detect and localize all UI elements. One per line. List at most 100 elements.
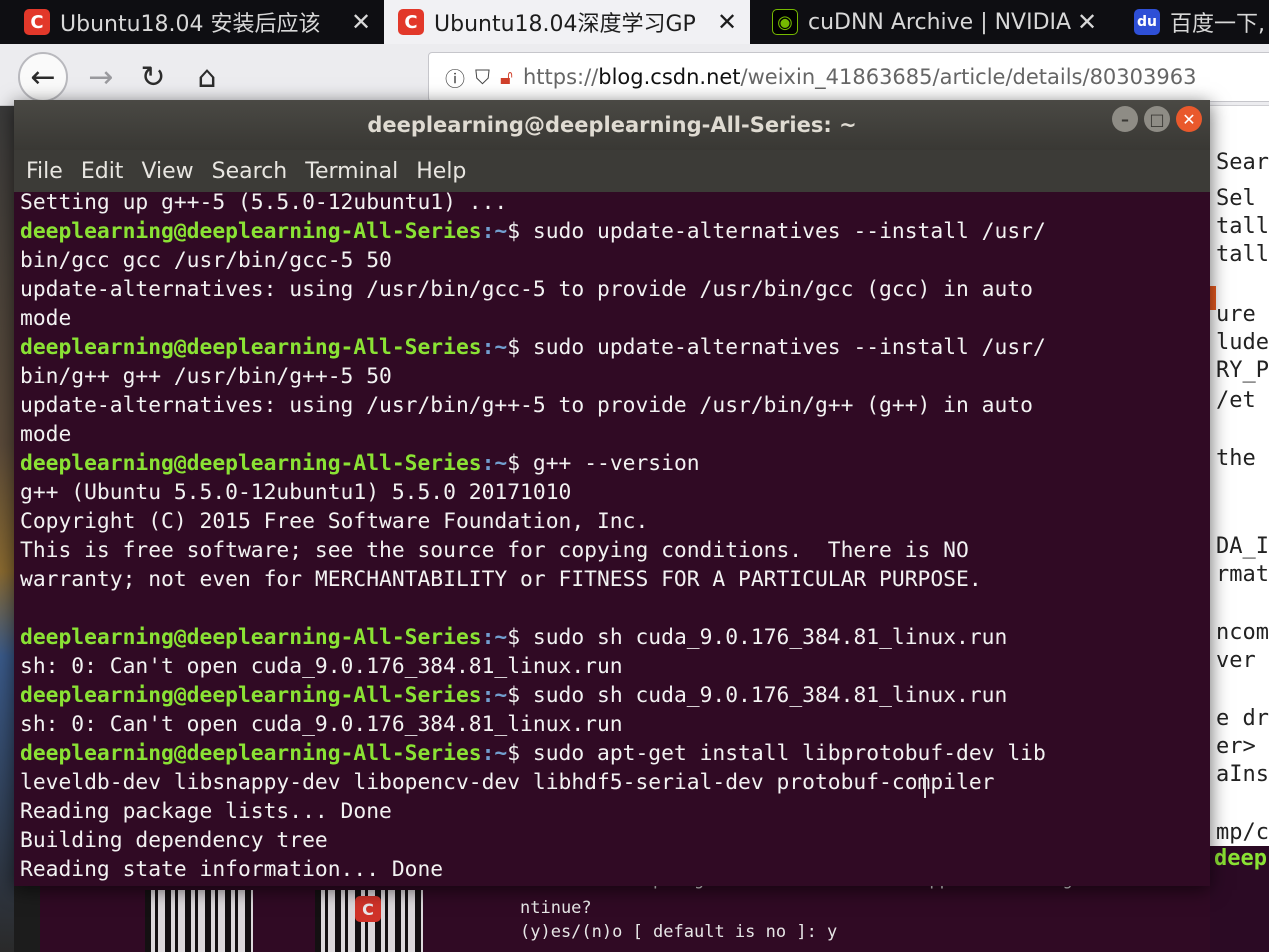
background-page-text: /et <box>1216 388 1256 413</box>
terminal-prompt-line: deeplearning@deeplearning-All-Series:~$ … <box>20 333 1206 362</box>
terminal-prompt-line: deeplearning@deeplearning-All-Series:~$ … <box>20 681 1206 710</box>
close-tab-icon[interactable]: ✕ <box>1072 8 1102 36</box>
background-terminal-pane: deep <box>1210 846 1269 952</box>
prompt-user: deeplearning@deeplearning-All-Series <box>20 335 482 360</box>
tab-ubuntu-install[interactable]: C Ubuntu18.04 安装后应该 ✕ <box>0 0 384 44</box>
output-text: warranty; not even for MERCHANTABILITY o… <box>20 567 982 592</box>
minimize-icon[interactable]: – <box>1112 106 1138 132</box>
terminal-output-line: sh: 0: Can't open cuda_9.0.176_384.81_li… <box>20 652 1206 681</box>
tab-cudnn-archive[interactable]: ◉ cuDNN Archive | NVIDIA ✕ <box>750 0 1110 44</box>
info-icon[interactable]: ⓘ <box>445 63 465 92</box>
terminal-output-line: Building dependency tree <box>20 826 1206 855</box>
prompt-suffix: $ <box>507 683 533 708</box>
mouse-ibeam-cursor <box>924 774 926 798</box>
url-bar[interactable]: ⓘ ⛉ 🔓︎ https://blog.csdn.net/weixin_4186… <box>428 52 1269 102</box>
background-page-text: DA_I <box>1216 534 1269 559</box>
desktop-dock-edge <box>0 106 14 952</box>
background-page-text: e dr <box>1216 706 1269 731</box>
terminal-output-line: update-alternatives: using /usr/bin/gcc-… <box>20 275 1206 304</box>
background-page-text: ncom <box>1216 620 1269 645</box>
terminal-output-line: This is free software; see the source fo… <box>20 536 1206 565</box>
prompt-suffix: $ <box>507 741 533 766</box>
browser-toolbar: ← → ↻ ⌂ ⓘ ⛉ 🔓︎ https://blog.csdn.net/wei… <box>0 44 1269 106</box>
url-path: /weixin_41863685/article/details/8030396… <box>740 65 1197 89</box>
terminal-titlebar[interactable]: deeplearning@deeplearning-All-Series: ~ … <box>14 100 1210 150</box>
output-text: This is free software; see the source fo… <box>20 538 969 563</box>
terminal-prompt-line: deeplearning@deeplearning-All-Series:~$ … <box>20 449 1206 478</box>
terminal-menubar: File Edit View Search Terminal Help <box>14 150 1210 192</box>
background-page-text: RY_P <box>1216 358 1269 383</box>
background-terminal-line: (y)es/(n)o [ default is no ]: y <box>520 922 838 942</box>
background-page-text: tall <box>1216 242 1269 267</box>
menu-edit[interactable]: Edit <box>81 159 124 184</box>
prompt-path: :~ <box>481 335 508 360</box>
menu-view[interactable]: View <box>141 159 193 184</box>
prompt-suffix: $ <box>507 335 533 360</box>
menu-help[interactable]: Help <box>416 159 466 184</box>
close-tab-icon[interactable]: ✕ <box>712 8 742 36</box>
prompt-user: deeplearning@deeplearning-All-Series <box>20 451 482 476</box>
prompt-path: :~ <box>481 625 508 650</box>
tab-title: 百度一下, <box>1170 12 1265 37</box>
close-tab-icon[interactable]: ✕ <box>346 8 376 36</box>
shield-icon[interactable]: ⛉ <box>475 65 490 89</box>
prompt-user: deeplearning@deeplearning-All-Series <box>20 683 482 708</box>
terminal-output-line: mode <box>20 304 1206 333</box>
command-text: sudo sh cuda_9.0.176_384.81_linux.run <box>532 683 1008 708</box>
prompt-path: :~ <box>481 683 508 708</box>
command-text: sudo update-alternatives --install /usr/ <box>532 219 1046 244</box>
menu-terminal[interactable]: Terminal <box>305 159 398 184</box>
prompt-path: :~ <box>481 451 508 476</box>
background-page-text: tall <box>1216 214 1269 239</box>
tab-ubuntu-deeplearning[interactable]: C Ubuntu18.04深度学习GP ✕ <box>384 0 750 44</box>
close-window-icon[interactable]: ✕ <box>1176 106 1202 132</box>
terminal-prompt-line: deeplearning@deeplearning-All-Series:~$ … <box>20 739 1206 768</box>
terminal-output-line: Reading state information... Done <box>20 855 1206 884</box>
qr-code-image: C <box>315 890 423 952</box>
background-page-text: Sel <box>1216 186 1256 211</box>
output-text: g++ (Ubuntu 5.5.0-12ubuntu1) 5.5.0 20171… <box>20 480 572 505</box>
prompt-suffix: $ <box>507 451 533 476</box>
terminal-window[interactable]: deeplearning@deeplearning-All-Series: ~ … <box>14 100 1210 886</box>
csdn-logo-icon: C <box>355 896 381 922</box>
terminal-output[interactable]: Setting up g++-5 (5.5.0-12ubuntu1) ... de… <box>20 188 1206 884</box>
back-arrow-icon[interactable]: ← <box>18 52 68 102</box>
csdn-logo-icon: C <box>24 9 50 35</box>
maximize-icon[interactable]: □ <box>1144 106 1170 132</box>
background-page-text: lude <box>1216 330 1269 355</box>
output-text: Copyright (C) 2015 Free Software Foundat… <box>20 509 649 534</box>
output-text: leveldb-dev libsnappy-dev libopencv-dev … <box>20 770 995 795</box>
menu-file[interactable]: File <box>26 159 63 184</box>
output-text: update-alternatives: using /usr/bin/g++-… <box>20 393 1033 418</box>
command-text: sudo sh cuda_9.0.176_384.81_linux.run <box>532 625 1008 650</box>
lock-icon[interactable]: 🔓︎ <box>500 65 513 89</box>
baidu-paw-icon: du <box>1134 9 1160 35</box>
output-text: sh: 0: Can't open cuda_9.0.176_384.81_li… <box>20 712 623 737</box>
output-text: Building dependency tree <box>20 828 328 853</box>
background-page-text: ure <box>1216 302 1256 327</box>
tab-baidu[interactable]: du 百度一下, <box>1110 0 1269 44</box>
prompt-suffix: $ <box>507 219 533 244</box>
background-terminal-line: ntinue? <box>520 898 592 918</box>
output-text: Reading package lists... Done <box>20 799 392 824</box>
forward-arrow-icon[interactable]: → <box>76 52 126 102</box>
output-text: bin/gcc gcc /usr/bin/gcc-5 50 <box>20 248 392 273</box>
output-text: sh: 0: Can't open cuda_9.0.176_384.81_li… <box>20 654 623 679</box>
terminal-output-line: Copyright (C) 2015 Free Software Foundat… <box>20 507 1206 536</box>
browser-tab-strip: C Ubuntu18.04 安装后应该 ✕ C Ubuntu18.04深度学习G… <box>0 0 1269 44</box>
qr-code-image <box>145 890 253 952</box>
command-text: g++ --version <box>532 451 700 476</box>
menu-search[interactable]: Search <box>212 159 288 184</box>
prompt-path: :~ <box>481 741 508 766</box>
terminal-output-line: bin/gcc gcc /usr/bin/gcc-5 50 <box>20 246 1206 275</box>
reload-icon[interactable]: ↻ <box>128 52 178 102</box>
prompt-path: :~ <box>481 219 508 244</box>
background-page-text: ver <box>1216 648 1256 673</box>
output-text: mode <box>20 422 72 447</box>
background-page-text: aIns <box>1216 762 1269 787</box>
nvidia-logo-icon: ◉ <box>772 9 798 35</box>
output-text: Setting up g++-5 (5.5.0-12ubuntu1) ... <box>20 190 508 215</box>
home-icon[interactable]: ⌂ <box>182 52 232 102</box>
terminal-output-line: Reading package lists... Done <box>20 797 1206 826</box>
